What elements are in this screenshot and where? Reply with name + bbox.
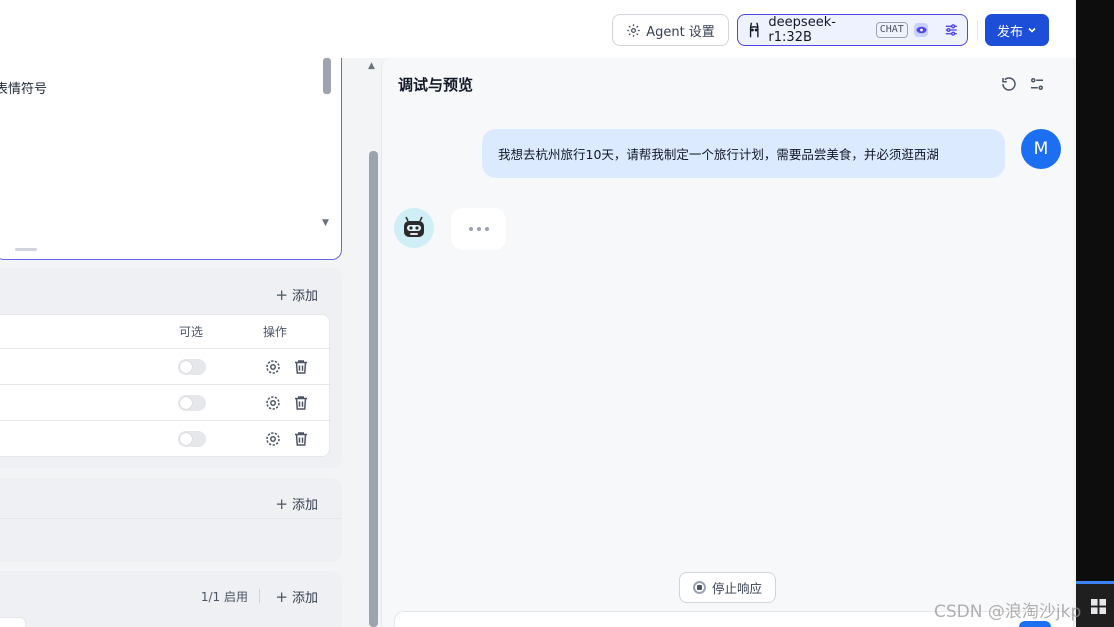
editor-scrollbar-thumb[interactable] (323, 58, 331, 94)
add-label: 添加 (291, 591, 318, 606)
optional-toggle[interactable] (178, 395, 206, 411)
typing-indicator (451, 208, 506, 250)
variables-section: + 添加 可选 操作 (0, 268, 342, 468)
desktop-edge (1076, 0, 1114, 581)
add-label: 添加 (291, 498, 318, 513)
llama-icon (749, 22, 759, 38)
model-name: deepseek-r1:32B (768, 15, 836, 45)
section-2: + 添加 (0, 478, 342, 562)
table-row (0, 348, 331, 384)
user-avatar: M (1021, 129, 1061, 169)
scroll-down-arrow-icon[interactable]: ▼ (322, 218, 329, 228)
plus-icon: + (275, 494, 288, 513)
add-button[interactable]: + 添加 (275, 494, 318, 514)
column-header-optional: 可选 (179, 325, 204, 339)
resize-handle[interactable] (15, 248, 37, 251)
top-bar: Agent 设置 deepseek-r1:32B CHAT 发布 (0, 0, 1075, 58)
add-variable-button[interactable]: + 添加 (275, 285, 318, 305)
prompt-line-2: 表情符号 (0, 82, 48, 97)
bot-avatar (394, 208, 434, 248)
debug-preview-panel: 调试与预览 我想去杭州旅行10天，请帮我制定一个旅行计划，需要品尝美食，并必须逛… (381, 58, 1074, 627)
agent-settings-button[interactable]: Agent 设置 (612, 14, 729, 46)
trash-icon[interactable] (292, 358, 310, 376)
vision-badge (913, 23, 929, 37)
settings-sliders-icon[interactable] (1028, 75, 1046, 93)
plus-icon: + (275, 285, 288, 304)
trash-icon[interactable] (292, 394, 310, 412)
robot-icon (404, 216, 424, 237)
user-message-text: 我想去杭州旅行10天，请帮我制定一个旅行计划，需要品尝美食，并必须逛西湖 (498, 147, 939, 162)
plus-icon: + (275, 587, 288, 606)
typing-dot (468, 227, 473, 231)
chevron-down-icon (1028, 27, 1036, 33)
user-message-bubble: 我想去杭州旅行10天，请帮我制定一个旅行计划，需要品尝美食，并必须逛西湖 (482, 129, 1005, 178)
stop-label: 停止响应 (711, 581, 762, 596)
main-scrollbar-thumb[interactable] (369, 151, 378, 627)
header-divider (977, 20, 978, 40)
optional-toggle[interactable] (178, 359, 206, 375)
publish-button[interactable]: 发布 (985, 14, 1049, 46)
enabled-status: 1/1 启用 (200, 590, 248, 604)
add-label: 添加 (291, 289, 318, 304)
section-divider (0, 518, 342, 519)
publish-label: 发布 (996, 24, 1023, 40)
gear-icon[interactable] (264, 430, 282, 448)
column-header-actions: 操作 (263, 325, 288, 339)
gear-icon (627, 23, 640, 37)
list-item[interactable] (0, 617, 26, 627)
add-button[interactable]: + 添加 (275, 587, 318, 607)
table-row (0, 384, 331, 420)
user-initial: M (1033, 139, 1049, 159)
typing-dot (476, 227, 481, 231)
windows-logo-icon[interactable] (1091, 599, 1106, 614)
gear-icon[interactable] (264, 394, 282, 412)
stop-response-button[interactable]: 停止响应 (679, 572, 776, 603)
optional-toggle[interactable] (178, 431, 206, 447)
watermark: CSDN @浪淘沙jkp (934, 602, 1082, 622)
prompt-editor[interactable]: - 表情符号 ▼ (0, 58, 342, 260)
model-selector[interactable]: deepseek-r1:32B CHAT (737, 14, 968, 46)
status-divider (259, 589, 260, 603)
sliders-icon[interactable] (944, 22, 959, 38)
variables-table: 可选 操作 (0, 314, 331, 457)
chat-badge: CHAT (875, 22, 908, 38)
panel-title: 调试与预览 (398, 76, 474, 94)
refresh-icon[interactable] (1000, 75, 1018, 93)
eye-icon (916, 26, 927, 34)
stop-icon (692, 581, 706, 594)
section-3: 1/1 启用 + 添加 (0, 571, 342, 627)
gear-icon[interactable] (264, 358, 282, 376)
typing-dot (484, 227, 489, 231)
agent-settings-label: Agent 设置 (646, 24, 715, 40)
trash-icon[interactable] (292, 430, 310, 448)
table-row (0, 420, 331, 456)
scroll-up-arrow-icon[interactable]: ▲ (368, 61, 375, 71)
